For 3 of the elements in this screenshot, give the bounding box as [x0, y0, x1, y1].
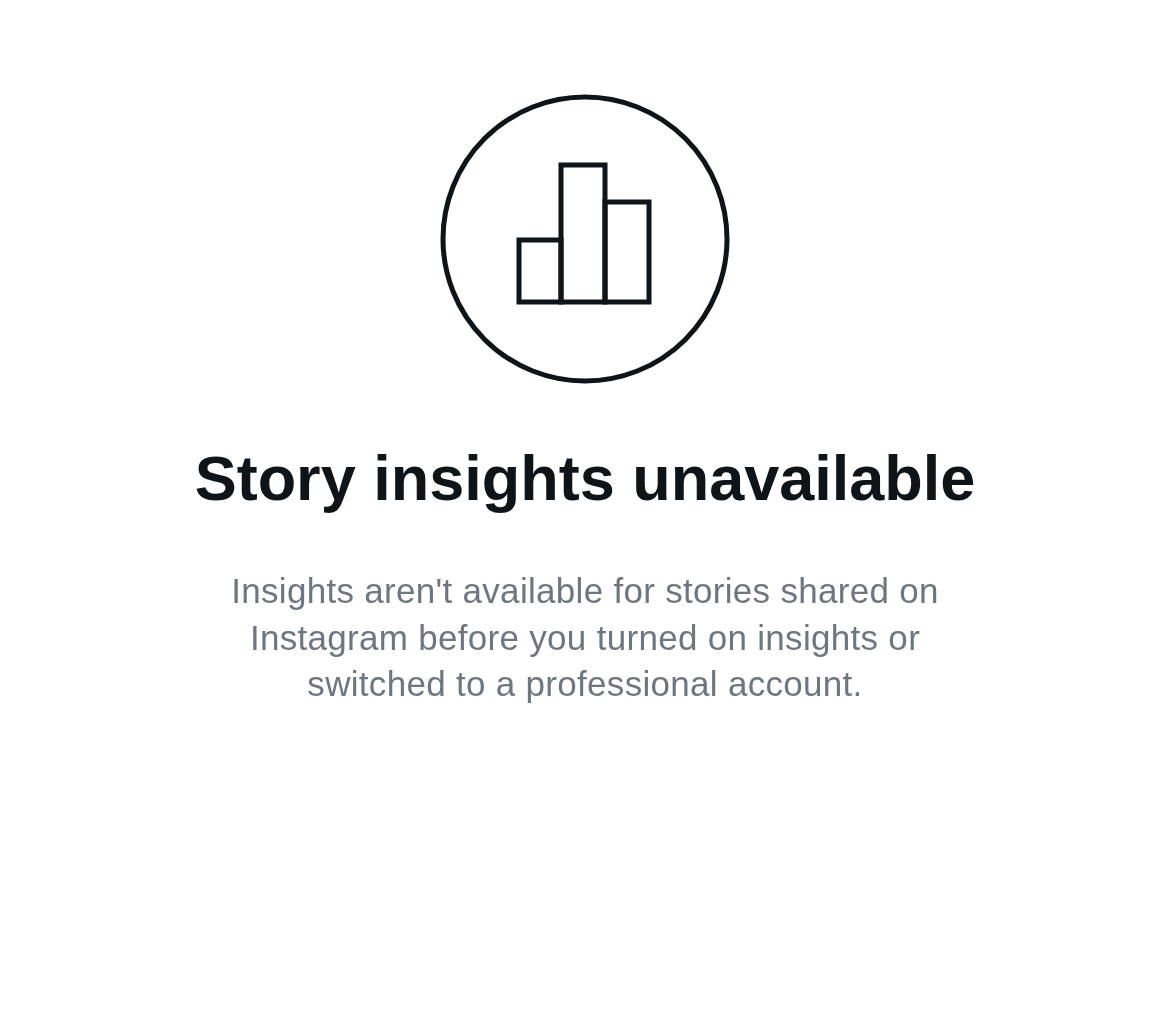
- empty-state-title: Story insights unavailable: [194, 442, 976, 515]
- bar-chart-icon: [439, 93, 731, 385]
- empty-state-message: Insights aren't available for stories shared on Instagram before you turned on insights or switched to a professional account.: [230, 570, 940, 705]
